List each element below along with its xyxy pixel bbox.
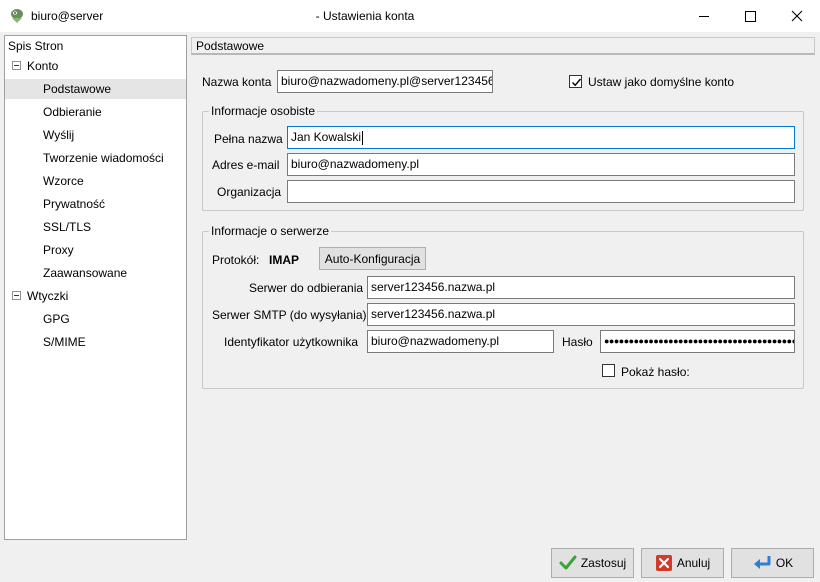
- password-input[interactable]: ●●●●●●●●●●●●●●●●●●●●●●●●●●●●●●●●●●●●●●●●: [600, 330, 795, 353]
- smtp-server-input[interactable]: server123456.nazwa.pl: [367, 303, 795, 326]
- tree-group-wtyczki[interactable]: Wtyczki: [11, 286, 181, 306]
- tree-group-label: Wtyczki: [27, 289, 69, 303]
- password-label: Hasło: [562, 335, 593, 349]
- server-info-title: Informacje o serwerze: [209, 224, 332, 238]
- protocol-label: Protokół:: [212, 253, 260, 267]
- title-bar: biuro@server - Ustawienia konta: [0, 0, 820, 32]
- ok-label: OK: [775, 556, 794, 570]
- sidebar-item-podstawowe[interactable]: Podstawowe: [5, 79, 186, 99]
- minimize-button[interactable]: [681, 0, 727, 32]
- default-account-checkbox[interactable]: [569, 75, 582, 88]
- sidebar-item-gpg[interactable]: GPG: [43, 309, 70, 329]
- full-name-value: Jan Kowalski: [291, 130, 362, 144]
- cross-icon: [655, 554, 673, 572]
- close-icon: [791, 10, 803, 22]
- window-title: - Ustawienia konta: [315, 9, 415, 23]
- tree-group-konto[interactable]: Konto: [11, 56, 181, 76]
- smtp-server-label: Serwer SMTP (do wysyłania): [212, 308, 367, 322]
- incoming-server-label: Serwer do odbierania: [249, 281, 364, 295]
- apply-button[interactable]: Zastosuj: [551, 548, 634, 578]
- enter-arrow-icon: [752, 554, 772, 572]
- collapse-icon[interactable]: [12, 291, 21, 300]
- personal-info-title: Informacje osobiste: [209, 104, 318, 118]
- checkmark-icon: [559, 554, 577, 572]
- organization-label: Organizacja: [217, 185, 282, 199]
- minimize-icon: [698, 11, 710, 22]
- checkmark-icon: [572, 78, 582, 87]
- organization-input[interactable]: [287, 180, 795, 203]
- sidebar-item-odbieranie[interactable]: Odbieranie: [43, 102, 102, 122]
- full-name-input[interactable]: Jan Kowalski: [287, 126, 795, 149]
- sidebar-item-prywatnosc[interactable]: Prywatność: [43, 194, 105, 214]
- email-label: Adres e-mail: [212, 158, 280, 172]
- text-caret: [362, 130, 364, 145]
- sidebar-item-ssl-tls[interactable]: SSL/TLS: [43, 217, 91, 237]
- ok-button[interactable]: OK: [731, 548, 814, 578]
- maximize-icon: [744, 10, 756, 22]
- protocol-value: IMAP: [269, 253, 299, 267]
- user-id-label: Identyfikator użytkownika: [224, 335, 359, 349]
- sidebar-item-tworzenie-wiadomosci[interactable]: Tworzenie wiadomości: [43, 148, 164, 168]
- incoming-server-input[interactable]: server123456.nazwa.pl: [367, 276, 795, 299]
- account-name-label: Nazwa konta: [202, 75, 272, 89]
- personal-info-group: Informacje osobiste Pełna nazwa Jan Kowa…: [202, 104, 804, 211]
- maximize-button[interactable]: [727, 0, 773, 32]
- default-account-label: Ustaw jako domyślne konto: [588, 75, 735, 89]
- server-info-group: Informacje o serwerze Protokół: IMAP Aut…: [202, 224, 804, 389]
- section-title: Podstawowe: [191, 37, 815, 55]
- sidebar-item-proxy[interactable]: Proxy: [43, 240, 74, 260]
- cancel-button[interactable]: Anuluj: [641, 548, 724, 578]
- sidebar-item-wyslij[interactable]: Wyślij: [43, 125, 74, 145]
- show-password-checkbox[interactable]: [602, 364, 615, 377]
- user-id-input[interactable]: biuro@nazwadomeny.pl: [367, 330, 554, 353]
- sidebar-item-label: Podstawowe: [43, 82, 112, 96]
- tree-group-label: Konto: [27, 59, 59, 73]
- dialog-footer: Zastosuj Anuluj OK: [0, 540, 820, 582]
- sidebar-item-smime[interactable]: S/MIME: [43, 332, 86, 352]
- email-input[interactable]: biuro@nazwadomeny.pl: [287, 153, 795, 176]
- sidebar-item-wzorce[interactable]: Wzorce: [43, 171, 84, 191]
- close-button[interactable]: [774, 0, 820, 32]
- tree-root-label: Spis Stron: [8, 39, 64, 53]
- settings-panel: Podstawowe Nazwa konta biuro@nazwadomeny…: [191, 35, 815, 540]
- full-name-label: Pełna nazwa: [214, 132, 283, 146]
- sidebar-tree[interactable]: Spis Stron Konto Podstawowe Odbieranie W…: [4, 35, 187, 540]
- cancel-label: Anuluj: [676, 556, 711, 570]
- show-password-label: Pokaż hasło:: [621, 365, 690, 379]
- account-name-input[interactable]: biuro@nazwadomeny.pl@server123456.: [277, 70, 493, 93]
- apply-label: Zastosuj: [580, 556, 627, 570]
- auto-config-button[interactable]: Auto-Konfiguracja: [319, 247, 426, 270]
- sidebar-item-zaawansowane[interactable]: Zaawansowane: [43, 263, 127, 283]
- collapse-icon[interactable]: [12, 61, 21, 70]
